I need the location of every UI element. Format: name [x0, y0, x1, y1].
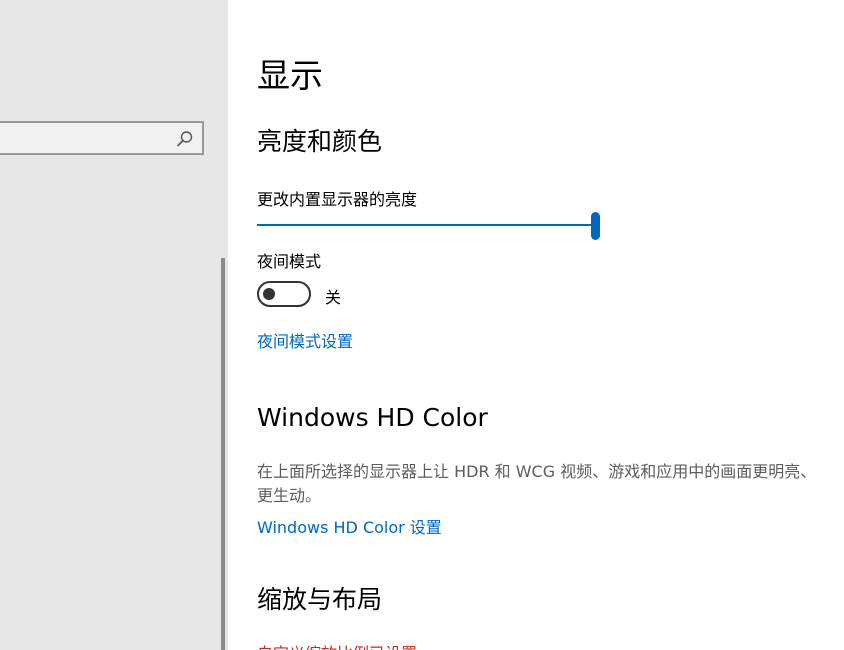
sidebar: [0, 0, 228, 650]
sidebar-scrollbar[interactable]: [221, 258, 225, 650]
night-light-toggle[interactable]: [257, 281, 311, 307]
brightness-slider[interactable]: [257, 210, 603, 242]
brightness-slider-track[interactable]: [257, 224, 597, 226]
page-title: 显示: [257, 56, 323, 95]
section-title-brightness: 亮度和颜色: [257, 127, 383, 156]
hd-color-description: 在上面所选择的显示器上让 HDR 和 WCG 视频、游戏和应用中的画面更明亮、更…: [257, 462, 817, 505]
brightness-slider-thumb[interactable]: [591, 212, 600, 240]
brightness-label: 更改内置显示器的亮度: [257, 190, 418, 209]
settings-window: 显示 亮度和颜色 更改内置显示器的亮度 夜间模式 关 夜间模式设置 Window…: [0, 0, 844, 650]
search-icon[interactable]: [176, 130, 194, 148]
night-light-state: 关: [325, 288, 342, 307]
search-input[interactable]: [0, 121, 204, 155]
hd-color-settings-link[interactable]: Windows HD Color 设置: [257, 514, 442, 538]
night-light-label: 夜间模式: [257, 252, 322, 271]
toggle-knob: [263, 288, 275, 300]
section-title-hd-color: Windows HD Color: [257, 403, 488, 432]
night-light-settings-link[interactable]: 夜间模式设置: [257, 328, 353, 352]
custom-scaling-link[interactable]: 自定义缩放比例已设置: [257, 640, 417, 650]
main-content: 显示 亮度和颜色 更改内置显示器的亮度 夜间模式 关 夜间模式设置 Window…: [228, 0, 844, 650]
section-title-scale-layout: 缩放与布局: [257, 585, 383, 614]
